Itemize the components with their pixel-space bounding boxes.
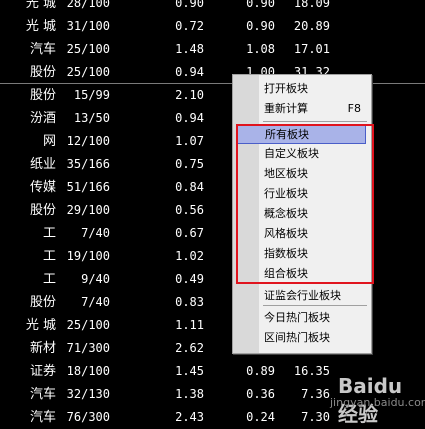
value-cell: 0.84 <box>175 180 204 194</box>
value-cell: 0.90 <box>246 0 275 10</box>
stock-name-cell: 工 <box>42 272 56 287</box>
value-cell: 1.38 <box>175 387 204 401</box>
menu-item-label: 区间热门板块 <box>264 331 330 344</box>
watermark-url: jingyan.baidu.com <box>330 396 425 409</box>
value-cell: 7.36 <box>301 387 330 401</box>
ratio-cell: 25/100 <box>66 42 110 56</box>
ratio-cell: 29/100 <box>66 203 110 217</box>
value-cell: 2.43 <box>175 410 204 424</box>
stock-name-cell: 股份 <box>29 295 56 310</box>
ratio-cell: 28/100 <box>66 0 110 10</box>
ratio-cell: 13/50 <box>73 111 110 125</box>
stock-name-cell: 股份 <box>29 65 56 80</box>
stock-name-cell: 光 城 <box>25 0 56 11</box>
stock-name-cell: 光 城 <box>25 318 56 333</box>
ratio-cell: 32/130 <box>66 387 110 401</box>
value-cell: 0.56 <box>175 203 204 217</box>
value-cell: 0.90 <box>175 0 204 10</box>
value-cell: 0.90 <box>246 19 275 33</box>
ratio-cell: 7/40 <box>81 295 110 309</box>
stock-name-cell: 股份 <box>29 203 56 218</box>
menu-item[interactable]: 区间热门板块 <box>233 328 371 348</box>
value-cell: 1.11 <box>175 318 204 332</box>
ratio-cell: 15/99 <box>73 88 110 102</box>
value-cell: 0.72 <box>175 19 204 33</box>
menu-item-label: 今日热门板块 <box>264 311 330 324</box>
value-cell: 0.94 <box>175 65 204 79</box>
menu-item-label: 打开板块 <box>264 82 308 95</box>
stock-name-cell: 工 <box>42 226 56 241</box>
menu-item-label: 重新计算 <box>264 102 308 115</box>
stock-name-cell: 新材 <box>29 341 56 356</box>
value-cell: 0.49 <box>175 272 204 286</box>
stock-name-cell: 光 城 <box>25 19 56 34</box>
value-cell: 1.08 <box>246 42 275 56</box>
ratio-cell: 25/100 <box>66 318 110 332</box>
value-cell: 1.02 <box>175 249 204 263</box>
ratio-cell: 71/300 <box>66 341 110 355</box>
ratio-cell: 18/100 <box>66 364 110 378</box>
ratio-cell: 25/100 <box>66 65 110 79</box>
value-cell: 1.07 <box>175 134 204 148</box>
table-row[interactable]: 光 城 31/100 0.72 0.90 20.89 <box>0 15 425 38</box>
ratio-cell: 51/166 <box>66 180 110 194</box>
value-cell: 7.30 <box>301 410 330 424</box>
value-cell: 1.45 <box>175 364 204 378</box>
stock-name-cell: 传媒 <box>29 180 56 195</box>
ratio-cell: 76/300 <box>66 410 110 424</box>
menu-item-label: 证监会行业板块 <box>264 289 341 302</box>
stock-name-cell: 汾酒 <box>29 111 56 126</box>
table-row[interactable]: 光 城 28/100 0.90 0.90 18.09 <box>0 0 425 15</box>
stock-name-cell: 汽车 <box>29 387 56 402</box>
stock-name-cell: 股份 <box>29 88 56 103</box>
menu-item[interactable]: 证监会行业板块 <box>233 286 371 306</box>
ratio-cell: 31/100 <box>66 19 110 33</box>
value-cell: 0.83 <box>175 295 204 309</box>
stock-name-cell: 工 <box>42 249 56 264</box>
value-cell: 0.67 <box>175 226 204 240</box>
ratio-cell: 7/40 <box>81 226 110 240</box>
value-cell: 0.94 <box>175 111 204 125</box>
stock-name-cell: 证券 <box>29 364 56 379</box>
stock-name-cell: 纸业 <box>29 157 56 172</box>
stock-name-cell: 汽车 <box>29 42 56 57</box>
value-cell: 0.75 <box>175 157 204 171</box>
menu-item[interactable]: 今日热门板块 <box>233 308 371 328</box>
menu-separator <box>263 121 367 122</box>
value-cell: 2.62 <box>175 341 204 355</box>
menu-separator <box>263 305 367 306</box>
value-cell: 16.35 <box>293 364 330 378</box>
menu-item[interactable]: 打开板块 <box>233 79 371 99</box>
value-cell: 17.01 <box>293 42 330 56</box>
ratio-cell: 35/166 <box>66 157 110 171</box>
value-cell: 0.36 <box>246 387 275 401</box>
watermark: Baidu 经验 jingyan.baidu.com <box>330 374 425 426</box>
stock-name-cell: 网 <box>42 134 56 149</box>
table-row[interactable]: 汽车 25/100 1.48 1.08 17.01 <box>0 38 425 61</box>
annotation-highlight-box <box>236 124 374 284</box>
value-cell: 2.10 <box>175 88 204 102</box>
ratio-cell: 19/100 <box>66 249 110 263</box>
menu-item-shortcut: F8 <box>347 102 361 115</box>
value-cell: 0.24 <box>246 410 275 424</box>
value-cell: 18.09 <box>293 0 330 10</box>
ratio-cell: 9/40 <box>81 272 110 286</box>
stock-name-cell: 汽车 <box>29 410 56 425</box>
value-cell: 0.89 <box>246 364 275 378</box>
menu-item[interactable]: 重新计算 F8 <box>233 99 371 119</box>
value-cell: 20.89 <box>293 19 330 33</box>
ratio-cell: 12/100 <box>66 134 110 148</box>
value-cell: 1.48 <box>175 42 204 56</box>
